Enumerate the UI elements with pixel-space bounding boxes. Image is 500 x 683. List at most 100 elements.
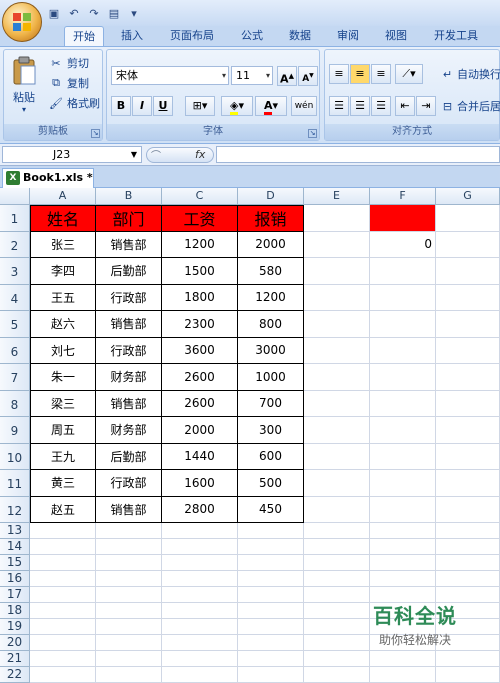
cell[interactable] [238,635,304,651]
tab-insert[interactable]: 插入 [112,26,152,46]
data-cell[interactable]: 销售部 [96,496,162,523]
data-cell[interactable]: 2000 [238,231,304,258]
cell[interactable] [370,651,436,667]
header-cell[interactable]: 报销 [238,205,304,232]
row-header[interactable]: 1 [0,205,30,232]
office-button[interactable] [2,2,42,42]
cell[interactable] [238,571,304,587]
paste-button[interactable]: 粘贴 ▾ [10,56,38,122]
cell[interactable] [370,258,436,285]
tab-page-layout[interactable]: 页面布局 [162,26,222,46]
cell[interactable] [436,523,500,539]
cell[interactable] [30,667,96,683]
cell[interactable] [370,539,436,555]
row-header[interactable]: 11 [0,470,30,497]
cell[interactable] [436,539,500,555]
cell[interactable] [370,571,436,587]
cell[interactable] [436,205,500,232]
cell[interactable] [162,603,238,619]
row-header[interactable]: 8 [0,390,30,417]
data-cell[interactable]: 张三 [30,231,96,258]
data-cell[interactable]: 1500 [162,258,238,285]
row-header[interactable]: 10 [0,443,30,470]
highlight-cell[interactable] [370,205,436,232]
cell[interactable] [304,571,370,587]
cell[interactable] [370,390,436,417]
tab-home[interactable]: 开始 [64,26,104,46]
data-cell[interactable]: 600 [238,443,304,470]
align-center-button[interactable]: ☰ [350,96,370,116]
cell[interactable] [304,667,370,683]
cell[interactable] [238,651,304,667]
row-header[interactable]: 16 [0,571,30,587]
cell[interactable] [436,470,500,497]
cell[interactable] [370,667,436,683]
cell[interactable] [162,619,238,635]
result-cell[interactable]: 0 [370,231,436,258]
cell[interactable] [436,364,500,391]
cell[interactable] [436,390,500,417]
column-header[interactable]: A [30,188,96,205]
cell[interactable] [238,539,304,555]
data-cell[interactable]: 1200 [162,231,238,258]
cell[interactable] [96,603,162,619]
cell[interactable] [162,651,238,667]
data-cell[interactable]: 赵六 [30,311,96,338]
data-cell[interactable]: 李四 [30,258,96,285]
cell[interactable] [436,337,500,364]
data-cell[interactable]: 黄三 [30,470,96,497]
redo-icon[interactable]: ↷ [86,5,102,21]
data-cell[interactable]: 后勤部 [96,258,162,285]
cell[interactable] [304,258,370,285]
cell[interactable] [96,555,162,571]
cell[interactable] [436,667,500,683]
align-top-button[interactable]: ≡ [329,64,349,84]
cancel-handle-icon[interactable]: ⌒ [151,147,161,162]
data-cell[interactable]: 销售部 [96,390,162,417]
row-header[interactable]: 22 [0,667,30,683]
cell[interactable] [96,619,162,635]
row-header[interactable]: 13 [0,523,30,539]
cell[interactable] [238,523,304,539]
workbook-tab[interactable]: X Book1.xls * [2,168,94,188]
data-cell[interactable]: 朱一 [30,364,96,391]
cell[interactable] [304,587,370,603]
cell[interactable] [96,571,162,587]
cut-button[interactable]: ✂ 剪切 [48,54,89,72]
align-left-button[interactable]: ☰ [329,96,349,116]
data-cell[interactable]: 王九 [30,443,96,470]
cell[interactable] [304,555,370,571]
decrease-indent-button[interactable]: ⇤ [395,96,415,116]
row-header[interactable]: 15 [0,555,30,571]
row-header[interactable]: 21 [0,651,30,667]
cell[interactable] [370,555,436,571]
column-header[interactable]: D [238,188,304,205]
tab-formulas[interactable]: 公式 [232,26,272,46]
cell[interactable] [304,231,370,258]
column-header[interactable]: E [304,188,370,205]
grow-font-button[interactable]: A▲ [277,66,297,86]
format-painter-button[interactable]: 🖌 格式刷 [48,94,100,112]
data-cell[interactable]: 行政部 [96,470,162,497]
cell[interactable] [238,619,304,635]
name-box[interactable]: J23 ▼ [2,146,142,163]
borders-button[interactable]: ⊞▾ [185,96,215,116]
data-cell[interactable]: 1000 [238,364,304,391]
cell[interactable] [304,651,370,667]
cell[interactable] [304,603,370,619]
chevron-down-icon[interactable]: ▼ [131,147,137,162]
data-cell[interactable]: 赵五 [30,496,96,523]
save-icon[interactable]: ▣ [46,5,62,21]
cell[interactable] [370,470,436,497]
cell[interactable] [162,523,238,539]
data-cell[interactable]: 后勤部 [96,443,162,470]
cell[interactable] [162,555,238,571]
data-cell[interactable]: 2300 [162,311,238,338]
data-cell[interactable]: 3000 [238,337,304,364]
column-header[interactable]: F [370,188,436,205]
data-cell[interactable]: 2600 [162,364,238,391]
bold-button[interactable]: B [111,96,131,116]
data-cell[interactable]: 1200 [238,284,304,311]
wrap-text-button[interactable]: ↵ 自动换行 [441,65,500,83]
cell[interactable] [30,523,96,539]
